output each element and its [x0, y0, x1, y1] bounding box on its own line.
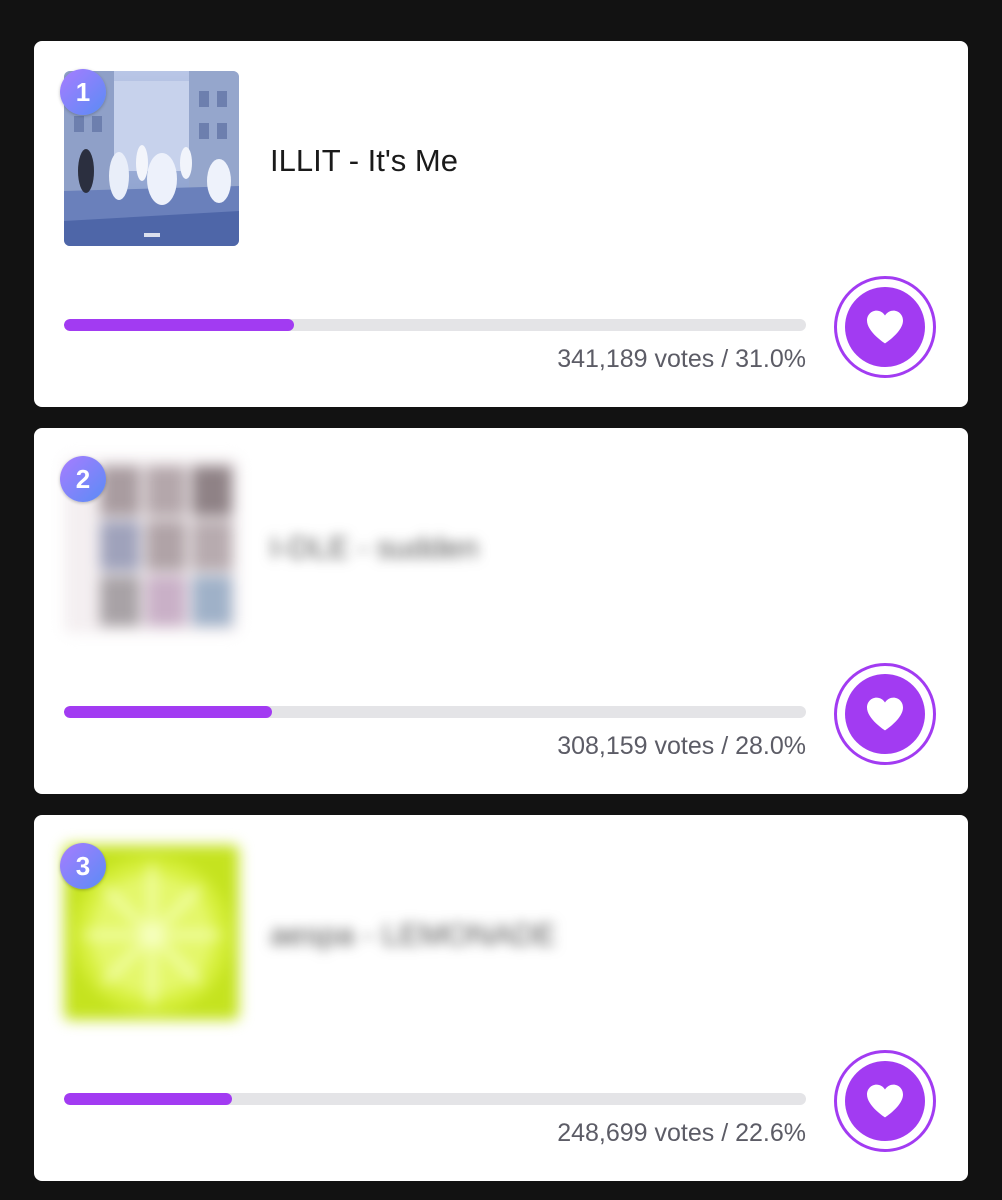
- vote-button-fill: [845, 674, 925, 754]
- vote-button-fill: [845, 1061, 925, 1141]
- vote-progress-bar: [64, 319, 806, 331]
- ranking-card-1: 1 ILLIT - It's Me 341,189 votes / 31.0%: [34, 41, 968, 407]
- vote-ranking-list: 1 ILLIT - It's Me 341,189 votes / 31.0%: [0, 0, 1002, 1200]
- song-title: aespa - LEMONADE: [270, 917, 556, 952]
- vote-separator: /: [714, 345, 736, 373]
- vote-progress-fill: [64, 1093, 232, 1105]
- song-title: ILLIT - It's Me: [270, 143, 458, 178]
- vote-separator: /: [714, 732, 736, 760]
- heart-icon: [867, 1084, 903, 1118]
- ranking-card-3: 3 aespa - LEMONADE 248,699 votes / 22.6%: [34, 815, 968, 1181]
- vote-button[interactable]: [834, 1050, 936, 1152]
- vote-button-fill: [845, 287, 925, 367]
- vote-button[interactable]: [834, 663, 936, 765]
- vote-count-text: 308,159 votes / 28.0%: [557, 732, 806, 761]
- vote-count: 341,189 votes: [557, 345, 715, 373]
- vote-progress-bar: [64, 706, 806, 718]
- heart-icon: [867, 310, 903, 344]
- vote-count-text: 341,189 votes / 31.0%: [557, 345, 806, 374]
- vote-progress-bar: [64, 1093, 806, 1105]
- vote-count: 248,699 votes: [557, 1119, 715, 1147]
- vote-progress-fill: [64, 706, 272, 718]
- song-title: I-DLE - sudden: [270, 530, 479, 565]
- vote-percent: 31.0%: [735, 345, 806, 373]
- rank-badge: 3: [60, 843, 106, 889]
- rank-badge: 1: [60, 69, 106, 115]
- vote-separator: /: [714, 1119, 736, 1147]
- ranking-card-2: 2 I-DLE - sudden 308,159 votes / 28.0%: [34, 428, 968, 794]
- vote-count: 308,159 votes: [557, 732, 715, 760]
- vote-progress-fill: [64, 319, 295, 331]
- vote-count-text: 248,699 votes / 22.6%: [557, 1119, 806, 1148]
- vote-percent: 28.0%: [735, 732, 806, 760]
- rank-badge: 2: [60, 456, 106, 502]
- heart-icon: [867, 697, 903, 731]
- vote-percent: 22.6%: [735, 1119, 806, 1147]
- vote-button[interactable]: [834, 276, 936, 378]
